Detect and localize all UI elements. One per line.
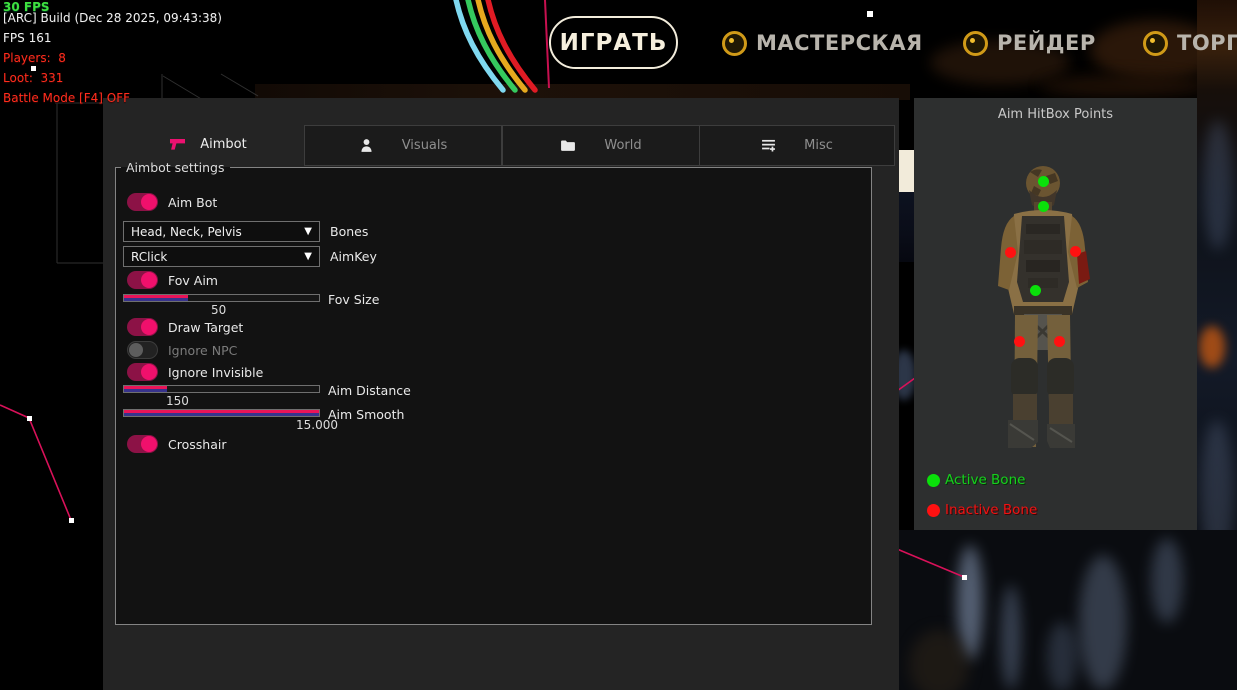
fov-aim-toggle[interactable] (127, 271, 158, 289)
hitbox-dot-pelvis[interactable] (1030, 285, 1041, 296)
legend-active-bone: Active Bone (927, 472, 1025, 488)
crosshair-toggle[interactable] (127, 435, 158, 453)
group-title: Aimbot settings (121, 160, 230, 175)
aimkey-dropdown-value: RClick (131, 250, 304, 264)
slider-track (123, 294, 320, 302)
tab-label: Misc (804, 138, 833, 153)
fov-size-value: 50 (211, 303, 226, 317)
legend-label: Inactive Bone (945, 502, 1037, 518)
slider-fill (124, 410, 319, 416)
bones-dropdown-value: Head, Neck, Pelvis (131, 225, 304, 239)
tab-aimbot[interactable]: Aimbot (113, 125, 303, 164)
nav-item-trade[interactable]: ТОРГО (1143, 29, 1237, 57)
bones-label: Bones (330, 224, 368, 239)
hud-overlay: 30 FPS [ARC] Build (Dec 28 2025, 09:43:3… (0, 0, 8, 98)
bones-dropdown[interactable]: Head, Neck, Pelvis ▼ (123, 221, 320, 242)
toggle-knob (141, 436, 157, 452)
draw-target-label: Draw Target (168, 320, 243, 335)
hitbox-panel: Aim HitBox Points (914, 98, 1197, 530)
aimkey-label: AimKey (330, 249, 377, 264)
aim-smooth-label: Aim Smooth (328, 407, 404, 422)
ignore-npc-toggle[interactable] (127, 341, 158, 359)
pistol-icon (169, 138, 186, 151)
draw-target-toggle[interactable] (127, 318, 158, 336)
toggle-knob (141, 272, 157, 288)
fov-size-slider[interactable]: 50 (123, 294, 320, 302)
chevron-down-icon: ▼ (304, 251, 312, 262)
ignore-invisible-label: Ignore Invisible (168, 365, 263, 380)
tab-label: Aimbot (200, 137, 246, 152)
gold-coin-icon (722, 31, 747, 56)
hitbox-dot-neck[interactable] (1038, 201, 1049, 212)
toggle-knob (141, 319, 157, 335)
tab-label: Visuals (402, 138, 448, 153)
hitbox-panel-title: Aim HitBox Points (914, 107, 1197, 122)
aim-distance-value: 150 (166, 394, 189, 408)
slider-fill (124, 295, 188, 301)
aim-distance-slider[interactable]: 150 (123, 385, 320, 393)
slider-track (123, 409, 320, 417)
aim-distance-label: Aim Distance (328, 383, 411, 398)
ignore-invisible-toggle[interactable] (127, 363, 158, 381)
hud-battle-mode: Battle Mode [F4] OFF (3, 91, 130, 105)
fov-size-label: Fov Size (328, 292, 379, 307)
person-icon (359, 138, 374, 153)
play-button[interactable]: ИГРАТЬ (549, 16, 678, 69)
aim-smooth-value: 15.000 (296, 418, 338, 432)
inactive-bone-dot-icon (927, 504, 940, 517)
aimbot-settings-group: Aimbot settings Aim Bot Head, Neck, Pelv… (115, 160, 872, 625)
hud-players: Players: 8 (3, 51, 66, 65)
nav-item-label: МАСТЕРСКАЯ (756, 31, 923, 55)
gold-coin-icon (1143, 31, 1168, 56)
hud-loot: Loot: 331 (3, 71, 63, 85)
toggle-knob (141, 194, 157, 210)
gold-coin-icon (963, 31, 988, 56)
hitbox-dot-right-hip[interactable] (1054, 336, 1065, 347)
legend-inactive-bone: Inactive Bone (927, 502, 1037, 518)
fov-aim-label: Fov Aim (168, 273, 218, 288)
ignore-npc-label: Ignore NPC (168, 343, 237, 358)
nav-item-workshop[interactable]: МАСТЕРСКАЯ (722, 29, 923, 57)
slider-track (123, 385, 320, 393)
hud-build-info: [ARC] Build (Dec 28 2025, 09:43:38) (3, 11, 222, 25)
active-bone-dot-icon (927, 474, 940, 487)
aimkey-dropdown[interactable]: RClick ▼ (123, 246, 320, 267)
nav-item-raider[interactable]: РЕЙДЕР (963, 29, 1096, 57)
hud-fps: FPS 161 (3, 31, 51, 45)
legend-label: Active Bone (945, 472, 1025, 488)
hitbox-dot-right-shoulder[interactable] (1070, 246, 1081, 257)
aim-bot-label: Aim Bot (168, 195, 217, 210)
folder-icon (560, 139, 576, 152)
playlist-icon (761, 139, 776, 152)
nav-item-label: ТОРГО (1177, 31, 1237, 55)
aim-bot-toggle[interactable] (127, 193, 158, 211)
cheat-menu-panel: Aimbot Visuals World Misc Aimbot setting… (103, 98, 899, 690)
toggle-knob (141, 364, 157, 380)
hitbox-dot-left-shoulder[interactable] (1005, 247, 1016, 258)
chevron-down-icon: ▼ (304, 226, 312, 237)
slider-fill (124, 386, 167, 392)
hitbox-dot-head[interactable] (1038, 176, 1049, 187)
aim-smooth-slider[interactable]: 15.000 (123, 409, 320, 417)
nav-item-label: РЕЙДЕР (997, 31, 1096, 55)
tab-label: World (604, 138, 641, 153)
crosshair-label: Crosshair (168, 437, 226, 452)
hitbox-dot-left-hip[interactable] (1014, 336, 1025, 347)
toggle-knob (129, 343, 143, 357)
